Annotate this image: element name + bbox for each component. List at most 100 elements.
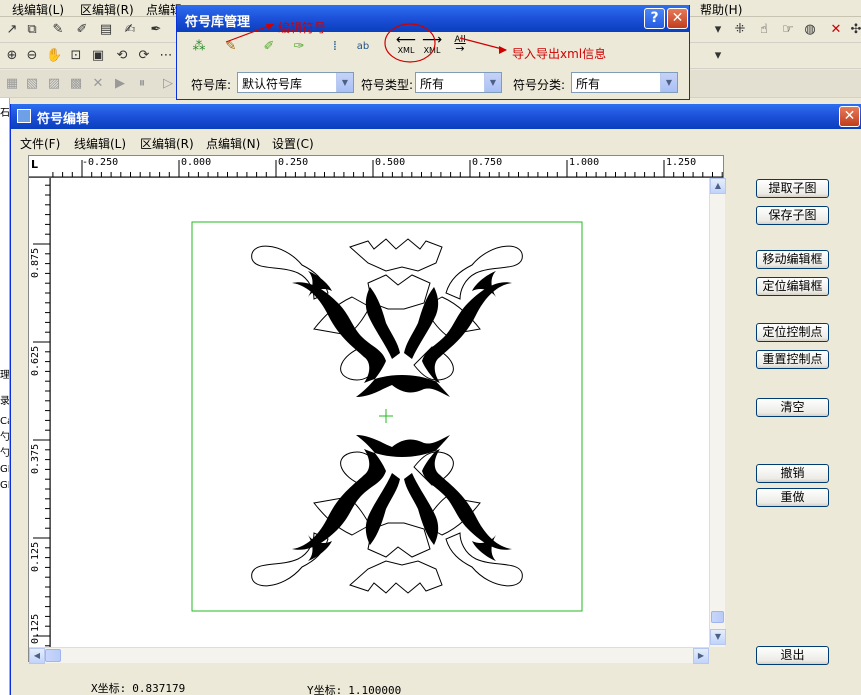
close-layer-icon[interactable]: ✕ [90, 76, 106, 92]
node-icon[interactable]: ⁞ [327, 39, 343, 55]
exit-button[interactable]: 退出 [756, 646, 829, 665]
doc-icon[interactable]: ▤ [98, 22, 114, 38]
pause-icon[interactable]: ⏸ [134, 76, 150, 92]
symbol-ornament-mirror[interactable] [251, 434, 523, 594]
pen-icon[interactable]: ✒ [148, 22, 164, 38]
edit-symbol-icon[interactable]: ✎ [223, 39, 239, 55]
dropdown-icon[interactable]: ▾ [710, 22, 726, 38]
ruler-vertical: 0.875 0.625 0.375 0.125 0.125 [29, 178, 51, 647]
ruler-top-label: 1.000 [569, 157, 600, 168]
symbol-ornament[interactable] [251, 238, 523, 397]
hand-icon[interactable]: ☝ [756, 22, 772, 38]
export-xml-button[interactable]: ⟶ XML [415, 33, 449, 60]
arrow-right-small-icon: → [455, 42, 465, 55]
layer3-icon[interactable]: ▨ [46, 76, 62, 92]
locate-edit-frame-button[interactable]: 定位编辑框 [756, 277, 829, 296]
menu-line-edit[interactable]: 线编辑(L) [12, 1, 64, 18]
copy-icon[interactable]: ⧉ [24, 22, 40, 38]
left-strip-text: Ca [0, 416, 9, 427]
help-icon[interactable]: ? [644, 8, 665, 29]
line-tool-icon[interactable]: ✑ [291, 39, 307, 55]
library-select-value: 默认符号库 [242, 77, 303, 91]
editor-menu-file[interactable]: 文件(F) [20, 135, 60, 152]
extract-subimage-button[interactable]: 提取子图 [756, 179, 829, 198]
locate-control-point-button[interactable]: 定位控制点 [756, 323, 829, 342]
refresh-icon[interactable]: ⟲ [114, 48, 130, 64]
zoom-out-icon[interactable]: ⊖ [24, 48, 40, 64]
more-icon[interactable]: ⋯ [158, 48, 174, 64]
edit-icon[interactable]: ✐ [74, 22, 90, 38]
ruler-top-label: 0.500 [375, 157, 406, 168]
window-icon[interactable]: ▣ [90, 48, 106, 64]
library-select[interactable]: 默认符号库 ▼ [237, 72, 354, 93]
play-icon[interactable]: ▶ [112, 76, 128, 92]
library-title: 符号库管理 [185, 15, 251, 30]
editor-menu-point-edit[interactable]: 点编辑(N) [206, 135, 260, 152]
pen-tool-icon[interactable]: ✐ [261, 39, 277, 55]
layer2-icon[interactable]: ▧ [24, 76, 40, 92]
close-icon[interactable]: ✕ [667, 8, 688, 29]
y-coordinate-status: Y坐标: 1.100000 [307, 682, 401, 695]
annotation-edit-symbol: 编辑符号 [278, 21, 327, 35]
chevron-down-icon[interactable]: ▼ [484, 73, 501, 92]
x-coordinate-value: 0.837179 [132, 682, 186, 695]
globe-icon[interactable]: ◍ [802, 22, 818, 38]
grid-icon[interactable]: ⁜ [732, 22, 748, 38]
scroll-down-icon[interactable]: ▼ [710, 629, 726, 645]
redo-icon[interactable]: ⟳ [136, 48, 152, 64]
drawing-canvas[interactable] [52, 179, 709, 647]
dropdown-icon-2[interactable]: ▾ [710, 48, 726, 64]
scroll-corner [709, 647, 725, 663]
control-point-icon[interactable] [379, 409, 393, 423]
chevron-down-icon[interactable]: ▼ [660, 73, 677, 92]
save-subimage-button[interactable]: 保存子图 [756, 206, 829, 225]
scroll-right-icon[interactable]: ▶ [693, 648, 709, 664]
menu-region-edit[interactable]: 区编辑(R) [80, 1, 134, 18]
menu-help[interactable]: 帮助(H) [700, 1, 742, 18]
delete-icon[interactable]: ✕ [828, 22, 844, 38]
chevron-down-icon[interactable]: ▼ [336, 73, 353, 92]
reset-control-point-button[interactable]: 重置控制点 [756, 350, 829, 369]
next-icon[interactable]: ▷ [160, 76, 176, 92]
brush-icon[interactable]: ✍ [122, 22, 138, 38]
editor-menu-settings[interactable]: 设置(C) [272, 135, 314, 152]
draw-line-icon[interactable]: ↗ [4, 22, 20, 38]
left-panel-strip: 石 理 录 Ca 勺 勺 GI GI [0, 98, 10, 695]
pencil-icon[interactable]: ✎ [50, 22, 66, 38]
editor-menu-region-edit[interactable]: 区编辑(R) [140, 135, 194, 152]
left-strip-text: 录 [0, 396, 10, 407]
left-strip-text: 勺 [0, 448, 10, 459]
pointer-icon[interactable]: ☞ [780, 22, 796, 38]
fit-window-icon[interactable]: ⊡ [68, 48, 84, 64]
text-icon[interactable]: ab [355, 39, 371, 55]
editor-title: 符号编辑 [37, 112, 90, 127]
layer4-icon[interactable]: ▩ [68, 76, 84, 92]
tools-icon[interactable]: ✣ [848, 22, 861, 38]
redo-button[interactable]: 重做 [756, 488, 829, 507]
export-all-button[interactable]: All → [449, 35, 471, 57]
type-select[interactable]: 所有 ▼ [415, 72, 502, 93]
type-select-value: 所有 [420, 77, 445, 91]
editor-close-icon[interactable]: ✕ [839, 106, 860, 127]
scroll-up-icon[interactable]: ▲ [710, 178, 726, 194]
zoom-in-icon[interactable]: ⊕ [4, 48, 20, 64]
library-label: 符号库: [191, 78, 232, 92]
vertical-scroll-thumb[interactable] [711, 611, 724, 623]
vertical-scrollbar[interactable]: ▲ ▼ [709, 178, 726, 647]
library-title-bar[interactable]: 符号库管理 [177, 5, 689, 32]
scroll-left-icon[interactable]: ◀ [29, 648, 45, 664]
left-strip-text: GI [0, 480, 10, 491]
horizontal-scroll-thumb[interactable] [45, 649, 61, 662]
editor-menu-line-edit[interactable]: 线编辑(L) [74, 135, 126, 152]
pan-hand-icon[interactable]: ✋ [46, 48, 62, 64]
add-points-icon[interactable]: ⁂ [191, 39, 207, 55]
category-select[interactable]: 所有 ▼ [571, 72, 678, 93]
ruler-left-label: 0.125 [30, 541, 41, 572]
ruler-left-label: 0.625 [30, 345, 41, 376]
layer-icon[interactable]: ▦ [4, 76, 20, 92]
editor-title-bar[interactable]: 符号编辑 [11, 104, 861, 129]
move-edit-frame-button[interactable]: 移动编辑框 [756, 250, 829, 269]
undo-button[interactable]: 撤销 [756, 464, 829, 483]
clear-button[interactable]: 清空 [756, 398, 829, 417]
horizontal-scrollbar[interactable]: ◀ ▶ [29, 647, 709, 664]
